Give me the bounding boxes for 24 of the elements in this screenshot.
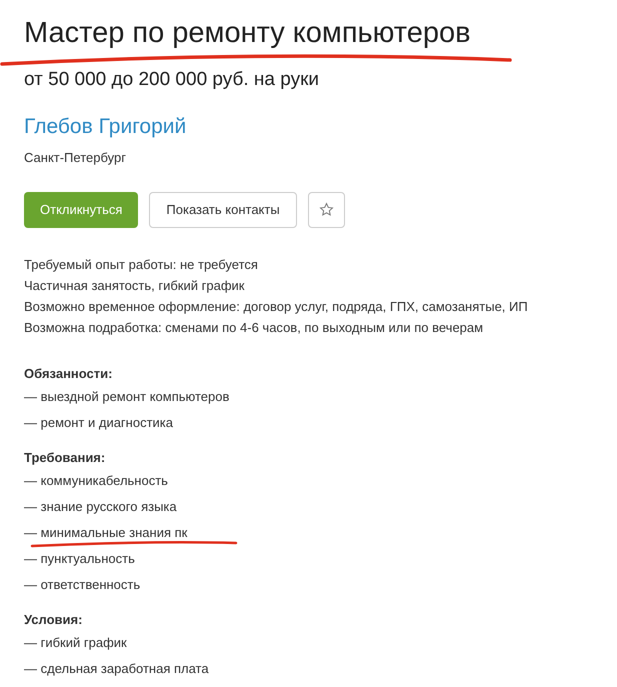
star-icon: [318, 202, 334, 217]
list-item: — выездной ремонт компьютеров: [24, 388, 230, 406]
list-item: — пунктуальность: [24, 550, 135, 568]
list-item: — ремонт и диагностика: [24, 414, 174, 432]
vacancy-title: Мастер по ремонту компьютеров: [24, 16, 471, 51]
show-contacts-button[interactable]: Показать контакты: [149, 192, 297, 228]
section-heading: Требования:: [24, 448, 106, 467]
vacancy-condition: Частичная занятость, гибкий график: [24, 276, 244, 295]
respond-button[interactable]: Откликнуться: [24, 192, 138, 228]
salary: от 50 000 до 200 000 руб. на руки: [24, 68, 320, 92]
favorite-button[interactable]: [308, 192, 345, 228]
section-heading: Условия:: [24, 610, 82, 628]
employer-link[interactable]: Глебов Григорий: [24, 110, 186, 142]
list-item: — ответственность: [24, 576, 140, 594]
city: Санкт-Петербург: [24, 149, 127, 167]
list-item: — гибкий график: [24, 634, 127, 652]
vacancy-condition: Требуемый опыт работы: не требуется: [24, 256, 258, 274]
section-heading: Обязанности:: [24, 364, 112, 382]
list-item: — сдельная заработная плата: [24, 660, 209, 678]
list-item: — коммуникабельность: [24, 472, 168, 490]
vacancy-condition: Возможна подработка: сменами по 4-6 часов, по выходным или по вечерам: [24, 318, 484, 337]
vacancy-condition: Возможно временное оформление: договор услуг, подряда, ГПХ, самозанятые, ИП: [24, 298, 528, 316]
list-item: — знание русского языка: [24, 498, 177, 516]
list-item: — минимальные знания пк: [24, 524, 188, 542]
